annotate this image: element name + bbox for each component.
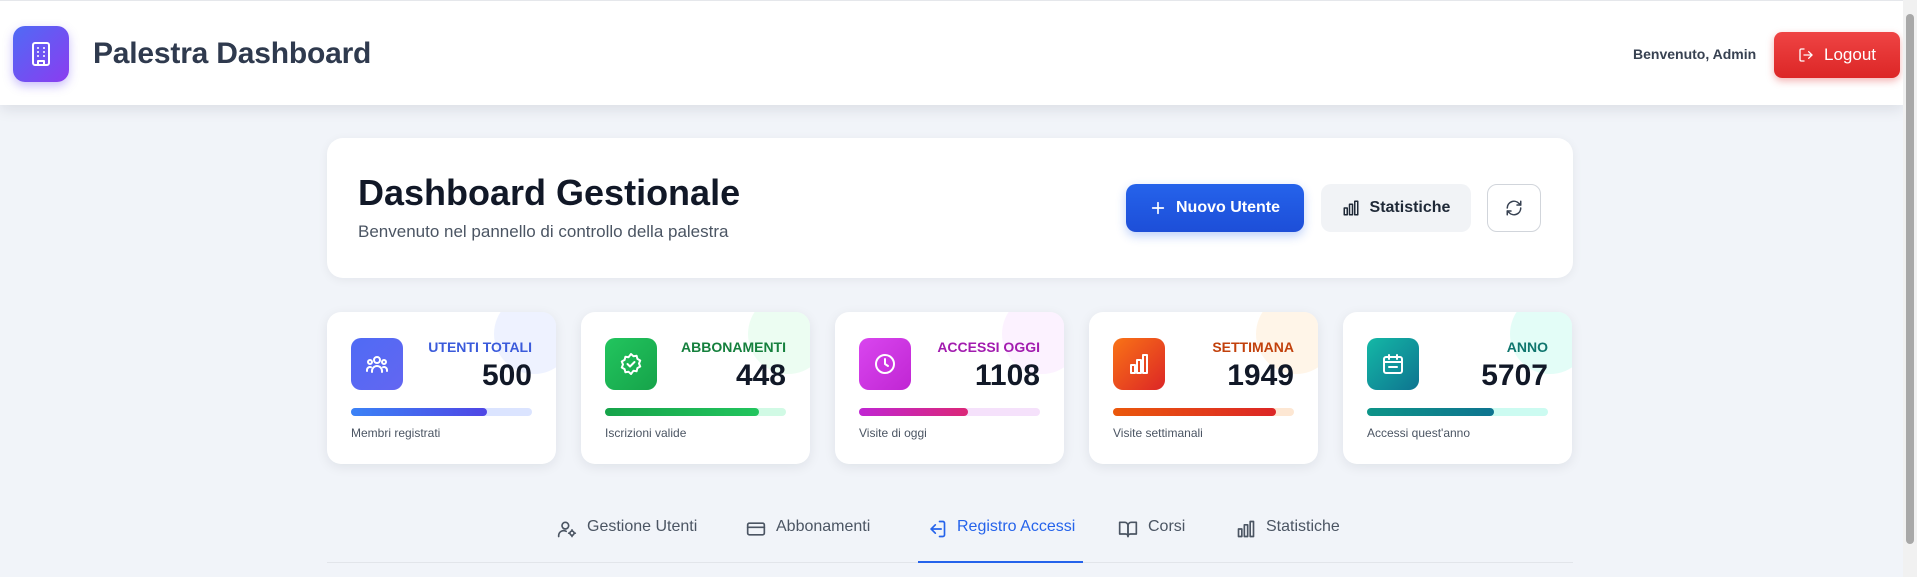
stat-card-today-access: ACCESSI OGGI 1108 Visite di oggi — [835, 312, 1064, 464]
page-title: Dashboard Gestionale — [358, 172, 741, 213]
users-icon — [351, 338, 403, 390]
badge-check-icon — [605, 338, 657, 390]
logout-button[interactable]: Logout — [1774, 32, 1900, 78]
page-scrollbar[interactable] — [1903, 0, 1917, 577]
stat-card-year: ANNO 5707 Accessi quest'anno — [1343, 312, 1572, 464]
stat-caption: Accessi quest'anno — [1367, 426, 1471, 440]
progress-track — [859, 408, 1040, 416]
statistics-button[interactable]: Statistiche — [1321, 184, 1471, 232]
calendar-icon — [1367, 338, 1419, 390]
tab-label: Abbonamenti — [776, 518, 871, 535]
tab-label: Gestione Utenti — [587, 518, 698, 535]
welcome-text: Benvenuto, Admin — [1633, 46, 1757, 62]
tab-user-management[interactable]: Gestione Utenti — [557, 508, 697, 563]
stat-caption: Iscrizioni valide — [605, 426, 687, 440]
progress-fill — [859, 408, 968, 416]
refresh-button[interactable] — [1487, 184, 1541, 232]
stat-label: UTENTI TOTALI — [428, 339, 532, 355]
progress-track — [1113, 408, 1294, 416]
logout-label: Logout — [1824, 45, 1876, 64]
stat-card-week: SETTIMANA 1949 Visite settimanali — [1089, 312, 1318, 464]
stat-label: SETTIMANA — [1212, 339, 1294, 355]
tab-statistics[interactable]: Statistiche — [1236, 508, 1340, 563]
progress-fill — [1113, 408, 1276, 416]
tab-subscriptions[interactable]: Abbonamenti — [746, 508, 870, 563]
refresh-icon — [1505, 199, 1523, 217]
progress-fill — [605, 408, 759, 416]
page-subtitle: Benvenuto nel pannello di controllo dell… — [358, 222, 729, 241]
log-out-icon — [1798, 47, 1814, 63]
stat-label: ABBONAMENTI — [681, 339, 786, 355]
user-cog-icon — [557, 519, 577, 539]
bar-chart-icon — [1113, 338, 1165, 390]
stat-caption: Visite settimanali — [1113, 426, 1203, 440]
progress-fill — [351, 408, 487, 416]
progress-track — [351, 408, 532, 416]
progress-track — [1367, 408, 1548, 416]
stat-value: 448 — [735, 359, 786, 392]
stat-card-total-users: UTENTI TOTALI 500 Membri registrati — [327, 312, 556, 464]
dashboard-header-card: Dashboard Gestionale Benvenuto nel panne… — [327, 138, 1573, 278]
stat-card-subscriptions: ABBONAMENTI 448 Iscrizioni valide — [581, 312, 810, 464]
stat-label: ACCESSI OGGI — [937, 339, 1040, 355]
stat-caption: Visite di oggi — [859, 426, 927, 440]
app-title: Palestra Dashboard — [93, 37, 372, 70]
progress-track — [605, 408, 786, 416]
progress-fill — [1367, 408, 1494, 416]
bar-chart-icon — [1236, 519, 1256, 539]
bar-chart-icon — [1342, 199, 1360, 217]
stat-value: 500 — [481, 359, 532, 392]
new-user-button[interactable]: Nuovo Utente — [1126, 184, 1304, 232]
new-user-label: Nuovo Utente — [1176, 199, 1280, 216]
stat-value: 5707 — [1481, 359, 1548, 392]
tab-access-log[interactable]: Registro Accessi — [918, 508, 1084, 563]
building-icon — [13, 26, 69, 82]
log-in-icon — [927, 519, 947, 539]
stat-value: 1108 — [974, 359, 1040, 392]
top-header: Palestra Dashboard Benvenuto, Admin Logo… — [0, 0, 1903, 105]
stat-label: ANNO — [1506, 339, 1548, 355]
statistics-label: Statistiche — [1369, 199, 1451, 216]
tab-label: Corsi — [1148, 518, 1186, 535]
tab-courses[interactable]: Corsi — [1118, 508, 1185, 563]
tab-label: Registro Accessi — [957, 518, 1076, 535]
stat-caption: Membri registrati — [351, 426, 441, 440]
tab-label: Statistiche — [1266, 518, 1340, 535]
tab-bar: Gestione Utenti Abbonamenti Registro Acc… — [327, 508, 1573, 563]
stat-value: 1949 — [1227, 359, 1294, 392]
credit-card-icon — [746, 519, 766, 539]
clock-icon — [859, 338, 911, 390]
plus-icon — [1150, 200, 1166, 216]
scrollbar-thumb[interactable] — [1906, 14, 1914, 544]
book-open-icon — [1118, 519, 1138, 539]
